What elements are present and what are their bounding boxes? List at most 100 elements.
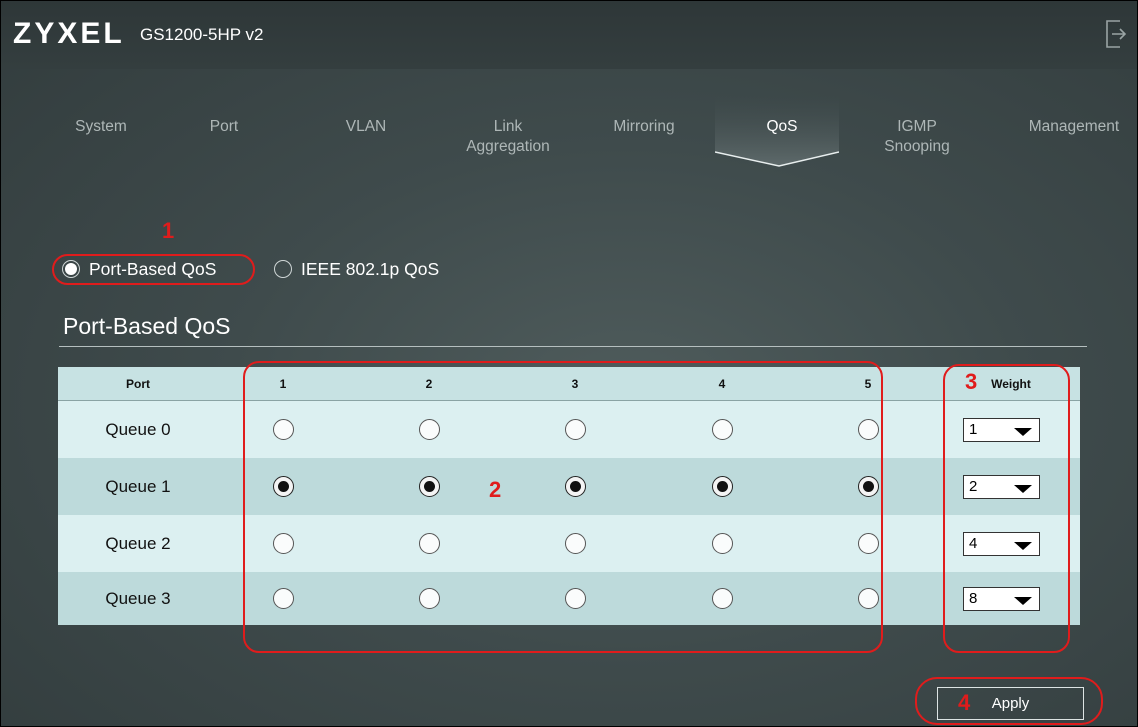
port-5-cell xyxy=(853,572,883,625)
tab-igmp-snooping[interactable]: IGMP Snooping xyxy=(869,117,965,157)
port-3-cell xyxy=(560,458,590,515)
queue-name: Queue 2 xyxy=(105,533,171,553)
queue-name: Queue 0 xyxy=(105,419,171,439)
queue-0-port-3-radio[interactable] xyxy=(564,419,586,440)
radio-selected-dot xyxy=(423,481,435,492)
queue-1-port-2-radio[interactable] xyxy=(418,476,440,497)
queue-2-port-4-radio[interactable] xyxy=(711,533,733,554)
port-based-qos-label: Port-Based QoS xyxy=(89,258,217,279)
port-2-header: 2 xyxy=(425,376,433,391)
tab-management[interactable]: Management xyxy=(1011,117,1137,137)
tab-link-aggregation[interactable]: Link Aggregation xyxy=(446,117,570,157)
queue-0-port-5-radio[interactable] xyxy=(857,419,879,440)
port-3-header: 3 xyxy=(571,376,579,391)
weight-select[interactable]: 2 xyxy=(963,475,1040,499)
weight-value: 2 xyxy=(969,478,978,495)
port-1-cell xyxy=(268,515,298,572)
weight-select[interactable]: 1 xyxy=(963,418,1040,442)
tab-qos[interactable]: QoS xyxy=(734,117,830,137)
queue-2-port-2-radio[interactable] xyxy=(418,533,440,554)
weight-select[interactable]: 8 xyxy=(963,587,1040,611)
tab-mirroring[interactable]: Mirroring xyxy=(584,117,704,137)
main-tabs: System Port VLAN Link Aggregation Mirroring Q… xyxy=(1,99,1137,165)
port-2-cell xyxy=(414,572,444,625)
port-4-cell xyxy=(707,401,737,458)
tab-vlan[interactable]: VLAN xyxy=(331,117,401,137)
queue-2-port-1-radio[interactable] xyxy=(272,533,294,554)
queue-3-port-3-radio[interactable] xyxy=(564,588,586,609)
dropdown-arrow-icon xyxy=(1014,428,1032,436)
port-2-cell xyxy=(414,515,444,572)
queue-3-port-5-radio[interactable] xyxy=(857,588,879,609)
port-based-qos-option[interactable]: Port-Based QoS xyxy=(62,256,216,282)
table-row: Queue 1 2 xyxy=(58,458,1080,515)
queue-0-port-1-radio[interactable] xyxy=(272,419,294,440)
radio-selected-dot xyxy=(716,481,728,492)
top-bar: ZYXEL GS1200-5HP v2 xyxy=(1,1,1137,69)
port-4-header: 4 xyxy=(718,376,726,391)
table-row: Queue 3 8 xyxy=(58,572,1080,625)
port-based-qos-radio[interactable] xyxy=(62,260,80,278)
app-window: ZYXEL GS1200-5HP v2 System Port VLAN Link A… xyxy=(0,0,1138,727)
queue-1-port-4-radio[interactable] xyxy=(711,476,733,497)
queue-1-port-3-radio[interactable] xyxy=(564,476,586,497)
queue-0-port-2-radio[interactable] xyxy=(418,419,440,440)
port-5-cell xyxy=(853,458,883,515)
annotation-3-number: 3 xyxy=(965,369,978,394)
weight-column-header: Weight xyxy=(991,376,1031,391)
port-1-header: 1 xyxy=(279,376,287,391)
port-1-cell xyxy=(268,401,298,458)
table-header-row: Port 1 2 3 4 5 Weight xyxy=(58,367,1080,401)
weight-value: 8 xyxy=(969,590,978,607)
port-2-cell xyxy=(414,458,444,515)
tab-system[interactable]: System xyxy=(41,117,161,137)
queue-name: Queue 1 xyxy=(105,476,171,496)
zyxel-logo: ZYXEL xyxy=(13,17,125,50)
ieee-8021p-qos-option[interactable]: IEEE 802.1p QoS xyxy=(274,256,439,282)
queue-3-port-2-radio[interactable] xyxy=(418,588,440,609)
table-row: Queue 0 1 xyxy=(58,401,1080,458)
port-5-cell xyxy=(853,401,883,458)
dropdown-arrow-icon xyxy=(1014,485,1032,493)
radio-selected-dot xyxy=(862,481,874,492)
port-1-cell xyxy=(268,458,298,515)
dropdown-arrow-icon xyxy=(1014,542,1032,550)
radio-selected-dot xyxy=(277,481,289,492)
queue-3-port-1-radio[interactable] xyxy=(272,588,294,609)
tab-port[interactable]: Port xyxy=(184,117,264,137)
model-name: GS1200-5HP v2 xyxy=(140,25,264,44)
annotation-1-number: 1 xyxy=(162,218,175,243)
weight-value: 4 xyxy=(969,535,978,552)
queue-2-port-3-radio[interactable] xyxy=(564,533,586,554)
ieee-8021p-qos-label: IEEE 802.1p QoS xyxy=(301,258,440,279)
port-column-header: Port xyxy=(126,376,150,391)
queue-1-port-1-radio[interactable] xyxy=(272,476,294,497)
port-2-cell xyxy=(414,401,444,458)
queue-2-port-5-radio[interactable] xyxy=(857,533,879,554)
annotation-2-number: 2 xyxy=(489,477,502,502)
port-3-cell xyxy=(560,401,590,458)
port-3-cell xyxy=(560,572,590,625)
port-4-cell xyxy=(707,515,737,572)
queue-0-port-4-radio[interactable] xyxy=(711,419,733,440)
annotation-4-number: 4 xyxy=(958,690,971,715)
logout-icon[interactable] xyxy=(1105,19,1127,49)
section-title: Port-Based QoS xyxy=(63,313,231,339)
queue-1-port-5-radio[interactable] xyxy=(857,476,879,497)
weight-select[interactable]: 4 xyxy=(963,532,1040,556)
weight-value: 1 xyxy=(969,421,978,438)
queue-3-port-4-radio[interactable] xyxy=(711,588,733,609)
port-4-cell xyxy=(707,458,737,515)
ieee-8021p-qos-radio[interactable] xyxy=(274,260,292,278)
port-3-cell xyxy=(560,515,590,572)
port-5-header: 5 xyxy=(864,376,872,391)
port-1-cell xyxy=(268,572,298,625)
dropdown-arrow-icon xyxy=(1014,597,1032,605)
port-5-cell xyxy=(853,515,883,572)
port-4-cell xyxy=(707,572,737,625)
port-qos-table: Port 1 2 3 4 5 Weight Queue 0 1 Queue 1 2 Qu… xyxy=(58,367,1080,625)
table-row: Queue 2 4 xyxy=(58,515,1080,572)
queue-name: Queue 3 xyxy=(105,588,171,608)
radio-selected-dot xyxy=(569,481,581,492)
section-divider xyxy=(59,346,1087,347)
